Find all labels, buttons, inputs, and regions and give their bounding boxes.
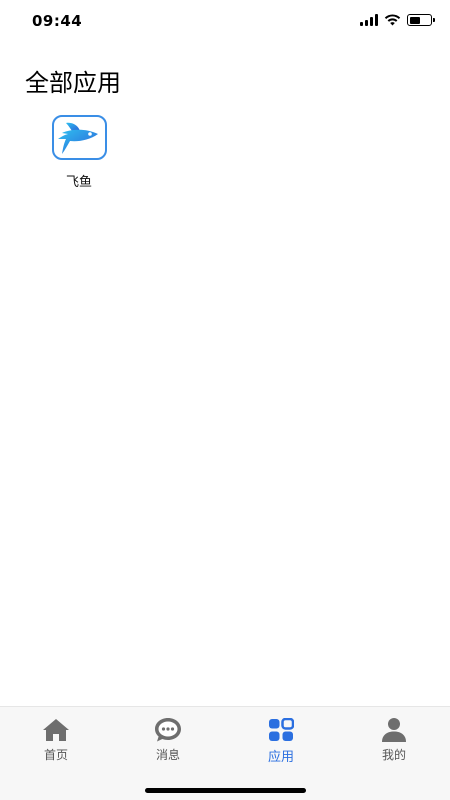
message-bubble-icon: [153, 717, 183, 743]
status-bar: 09:44: [0, 0, 450, 44]
apps-grid-icon: [266, 717, 296, 743]
home-icon: [41, 717, 71, 743]
status-time: 09:44: [32, 12, 83, 30]
tab-messages-label: 消息: [155, 748, 180, 762]
bottom-nav: 首页 消息 应用 我的: [0, 706, 450, 800]
cellular-signal-icon: [360, 14, 378, 26]
person-icon: [379, 717, 409, 743]
app-tile-feiyu[interactable]: 飞鱼: [50, 115, 108, 190]
tab-home[interactable]: 首页: [16, 717, 96, 763]
flying-fish-icon[interactable]: [51, 115, 107, 160]
status-icons: [360, 14, 435, 26]
home-indicator[interactable]: [145, 788, 306, 793]
tab-home-label: 首页: [43, 748, 68, 762]
page-title: 全部应用: [25, 69, 121, 97]
battery-icon: [407, 14, 435, 26]
app-label: 飞鱼: [65, 175, 92, 190]
tab-apps-label: 应用: [267, 750, 294, 765]
tab-apps[interactable]: 应用: [241, 717, 321, 765]
wifi-icon: [384, 14, 401, 26]
tab-me[interactable]: 我的: [354, 717, 434, 763]
tab-me-label: 我的: [381, 748, 406, 762]
tab-messages[interactable]: 消息: [128, 717, 208, 763]
battery-level-fill: [409, 16, 421, 24]
